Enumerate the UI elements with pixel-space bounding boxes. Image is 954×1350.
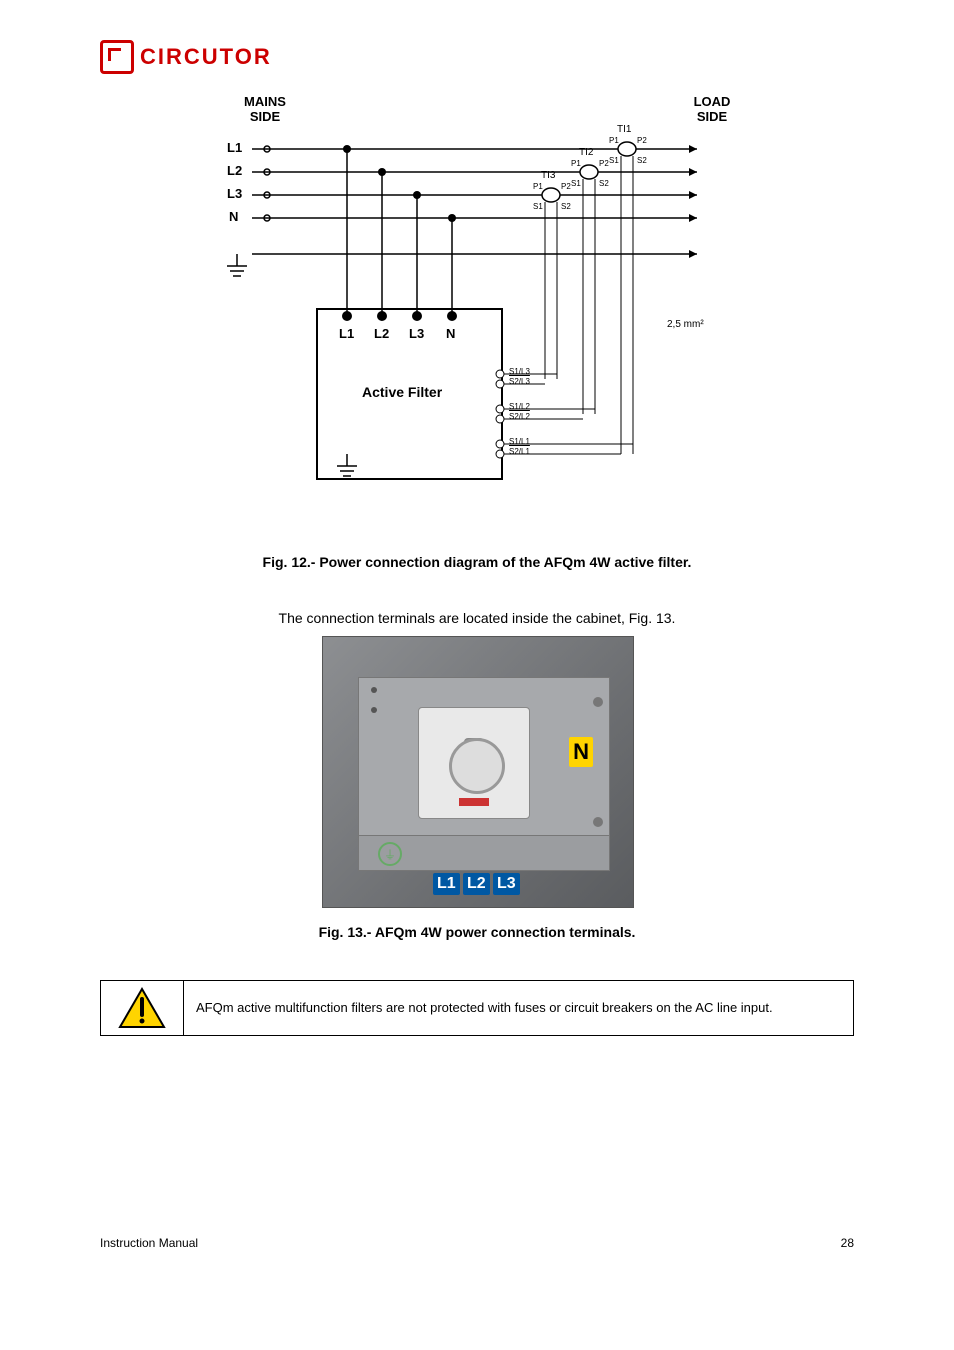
ct-p2-2: P2 [599,159,609,168]
subheading-text: The connection terminals are located ins… [100,610,854,626]
rotary-switch-icon [418,707,530,819]
warning-box: AFQm active multifunction filters are no… [100,980,854,1036]
brand-logo: CIRCUTOR [100,40,854,74]
figure-13-caption: Fig. 13.- AFQm 4W power connection termi… [100,924,854,940]
warning-icon [118,987,166,1029]
mains-side-label: MAINS SIDE [235,94,295,124]
ct-term-b2: S2/L2 [509,412,530,421]
footer-label: Instruction Manual [100,1236,198,1250]
line-n: N [229,209,238,224]
ct-p2-3: P2 [561,182,571,191]
figure-12-caption-text: Fig. 12.- Power connection diagram of th… [263,554,692,570]
ground-icon: ⏚ [378,842,402,866]
filter-term-l2: L2 [374,326,389,341]
photo-label-n: N [569,737,593,767]
ct-term-c1: S1/L1 [509,437,530,446]
filter-term-n: N [446,326,455,341]
ct-ti2: TI2 [579,147,593,158]
line-l3: L3 [227,186,242,201]
ct-term-c2: S2/L1 [509,447,530,456]
ct-term-a2: S2/L3 [509,377,530,386]
ct-ti3: TI3 [541,170,555,181]
filter-term-l3: L3 [409,326,424,341]
brand-name: CIRCUTOR [140,44,272,70]
ct-s2-1: S2 [637,156,647,165]
ct-term-a1: S1/L3 [509,367,530,376]
ct-p1-3: P1 [533,182,543,191]
photo-label-l2: L2 [463,873,490,895]
ct-s2-2: S2 [599,179,609,188]
figure-13-caption-text: Fig. 13.- AFQm 4W power connection termi… [319,924,636,940]
ct-s2-3: S2 [561,202,571,211]
ct-term-b1: S1/L2 [509,402,530,411]
ct-p1-2: P1 [571,159,581,168]
footer-page-num: 28 [841,1236,854,1250]
line-l2: L2 [227,163,242,178]
brand-mark-icon [100,40,134,74]
figure-12-caption: Fig. 12.- Power connection diagram of th… [100,554,854,570]
wiring-diagram: MAINS SIDE LOAD SIDE L1 L2 L3 N TI1 TI2 … [217,94,737,514]
ct-s1-2: S1 [571,179,581,188]
ct-ti1: TI1 [617,124,631,135]
filter-term-l1: L1 [339,326,354,341]
figure-13-photo: ⏚ N L1 L2 L3 [322,636,632,908]
photo-label-l3: L3 [493,873,520,895]
page-footer: Instruction Manual 28 [100,1236,854,1250]
load-side-label: LOAD SIDE [687,94,737,124]
ct-p1-1: P1 [609,136,619,145]
active-filter-label: Active Filter [362,384,442,400]
ct-s1-3: S1 [533,202,543,211]
ct-p2-1: P2 [637,136,647,145]
ct-s1-1: S1 [609,156,619,165]
photo-label-l1: L1 [433,873,460,895]
wire-note: 2,5 mm² [667,319,704,330]
warning-text: AFQm active multifunction filters are no… [184,981,853,1035]
line-l1: L1 [227,140,242,155]
